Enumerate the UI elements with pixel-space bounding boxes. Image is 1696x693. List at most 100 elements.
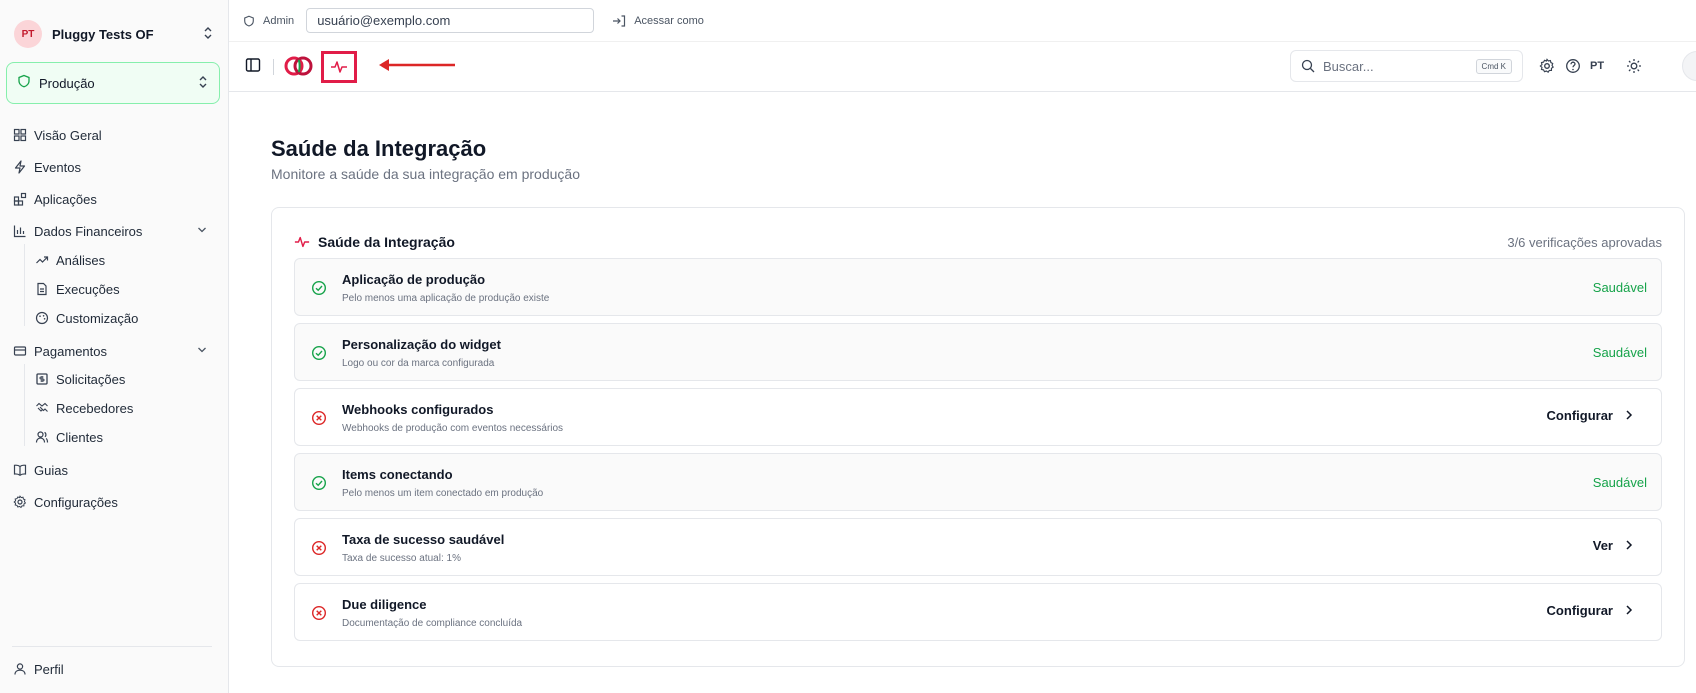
page-subtitle: Monitore a saúde da sua integração em pr… <box>271 166 580 182</box>
health-check-row: Taxa de sucesso saudável Taxa de sucesso… <box>294 518 1662 576</box>
chevrons-up-down-icon <box>202 26 214 43</box>
blocks-icon <box>12 191 28 207</box>
sidebar-divider <box>12 646 212 647</box>
admin-label: Admin <box>243 15 294 27</box>
settings-icon[interactable] <box>1538 57 1556 75</box>
check-description: Logo ou cor da marca configurada <box>342 358 495 369</box>
language-switcher[interactable]: PT <box>1590 57 1604 75</box>
health-check-row: Aplicação de produção Pelo menos uma apl… <box>294 258 1662 316</box>
access-as-button[interactable]: Acessar como <box>612 15 704 27</box>
sidebar-item-label: Customização <box>56 310 139 326</box>
annotation-arrow-icon <box>377 57 457 73</box>
admin-bar: Admin Acessar como <box>229 0 1696 42</box>
sidebar-item-label: Configurações <box>34 494 118 510</box>
impersonate-user-input[interactable] <box>306 8 595 33</box>
main-area: Admin Acessar como <box>229 0 1696 693</box>
environment-label: Produção <box>39 75 95 91</box>
integration-health-icon[interactable] <box>321 51 357 83</box>
toolbar-divider <box>273 59 274 75</box>
help-icon[interactable] <box>1564 57 1582 75</box>
configure-button[interactable]: Configurar <box>1547 408 1633 423</box>
x-circle-icon <box>311 605 327 621</box>
page-title: Saúde da Integração <box>271 136 487 161</box>
check-circle-icon <box>311 345 327 361</box>
chevron-down-icon <box>197 345 207 357</box>
sidebar-item-label: Eventos <box>34 159 81 175</box>
sidebar-item-aplicacoes[interactable]: Aplicações <box>12 187 217 211</box>
file-text-icon <box>34 281 50 297</box>
checks-summary: 3/6 verificações aprovadas <box>1507 234 1662 250</box>
sidebar-item-label: Análises <box>56 252 106 268</box>
sidebar-item-execucoes[interactable]: Execuções <box>34 277 214 301</box>
sidebar-item-label: Execuções <box>56 281 120 297</box>
sidebar-toggle-icon[interactable] <box>245 57 263 75</box>
sidebar-item-label: Pagamentos <box>34 343 107 359</box>
integration-health-card: Saúde da Integração 3/6 verificações apr… <box>271 207 1685 667</box>
receipt-icon <box>34 371 50 387</box>
configure-button[interactable]: Configurar <box>1547 603 1633 618</box>
check-description: Pelo menos uma aplicação de produção exi… <box>342 293 550 304</box>
health-check-row: Due diligence Documentação de compliance… <box>294 583 1662 641</box>
sidebar-item-clientes[interactable]: Clientes <box>34 425 214 449</box>
x-circle-icon <box>311 540 327 556</box>
search-icon <box>1301 59 1315 73</box>
chevron-down-icon <box>197 225 207 237</box>
sidebar-item-solicitacoes[interactable]: Solicitações <box>34 367 214 391</box>
sidebar-item-perfil[interactable]: Perfil <box>12 657 217 681</box>
check-title: Aplicação de produção <box>342 272 486 287</box>
user-avatar[interactable] <box>1682 51 1696 81</box>
sidebar-item-customizacao[interactable]: Customização <box>34 306 214 330</box>
sun-icon[interactable] <box>1625 57 1643 75</box>
sidebar-item-label: Recebedores <box>56 400 134 416</box>
app-root: PT Pluggy Tests OF Produção Visão Geral … <box>0 0 1696 693</box>
book-open-icon <box>12 462 28 478</box>
check-circle-icon <box>311 280 327 296</box>
check-description: Pelo menos um item conectado em produção <box>342 488 544 499</box>
search-box[interactable]: Buscar... Cmd K <box>1290 50 1523 82</box>
log-in-icon <box>612 14 626 27</box>
chevron-right-icon <box>1625 538 1633 553</box>
chevron-right-icon <box>1625 603 1633 618</box>
sidebar-item-visao-geral[interactable]: Visão Geral <box>12 123 217 147</box>
sidebar-item-label: Aplicações <box>34 191 97 207</box>
shield-icon <box>243 15 255 27</box>
sidebar-item-label: Clientes <box>56 429 103 445</box>
handshake-icon <box>34 400 50 416</box>
gear-icon <box>12 494 28 510</box>
sidebar-item-label: Guias <box>34 462 68 478</box>
environment-switcher[interactable]: Produção <box>6 62 220 104</box>
sidebar-item-analises[interactable]: Análises <box>34 248 214 272</box>
check-circle-icon <box>311 475 327 491</box>
check-title: Items conectando <box>342 467 453 482</box>
health-check-row: Webhooks configurados Webhooks de produç… <box>294 388 1662 446</box>
health-check-row: Personalização do widget Logo ou cor da … <box>294 323 1662 381</box>
user-icon <box>12 661 28 677</box>
check-title: Personalização do widget <box>342 337 501 352</box>
sidebar-item-dados-financeiros[interactable]: Dados Financeiros <box>12 219 217 243</box>
health-check-row: Items conectando Pelo menos um item cone… <box>294 453 1662 511</box>
check-description: Webhooks de produção com eventos necessá… <box>342 423 564 434</box>
chevrons-up-down-icon <box>197 75 209 92</box>
sidebar-item-pagamentos[interactable]: Pagamentos <box>12 339 217 363</box>
check-title: Due diligence <box>342 597 427 612</box>
view-button[interactable]: Ver <box>1593 538 1633 553</box>
palette-icon <box>34 310 50 326</box>
sidebar-item-configuracoes[interactable]: Configurações <box>12 490 217 514</box>
bar-chart-icon <box>12 223 28 239</box>
card-title: Saúde da Integração <box>318 234 455 250</box>
sidebar-item-recebedores[interactable]: Recebedores <box>34 396 214 420</box>
org-avatar: PT <box>14 20 42 48</box>
sidebar-item-guias[interactable]: Guias <box>12 458 217 482</box>
check-description: Taxa de sucesso atual: 1% <box>342 553 461 564</box>
org-switcher[interactable]: PT Pluggy Tests OF <box>6 14 222 54</box>
sidebar-item-label: Perfil <box>34 661 64 677</box>
shield-icon <box>17 74 31 93</box>
card-header: Saúde da Integração 3/6 verificações apr… <box>294 230 1662 254</box>
sidebar-item-label: Dados Financeiros <box>34 223 143 239</box>
sidebar-item-eventos[interactable]: Eventos <box>12 155 217 179</box>
chevron-right-icon <box>1625 408 1633 423</box>
search-placeholder: Buscar... <box>1323 58 1374 74</box>
sidebar: PT Pluggy Tests OF Produção Visão Geral … <box>0 0 229 693</box>
trending-up-icon <box>34 252 50 268</box>
users-icon <box>34 429 50 445</box>
